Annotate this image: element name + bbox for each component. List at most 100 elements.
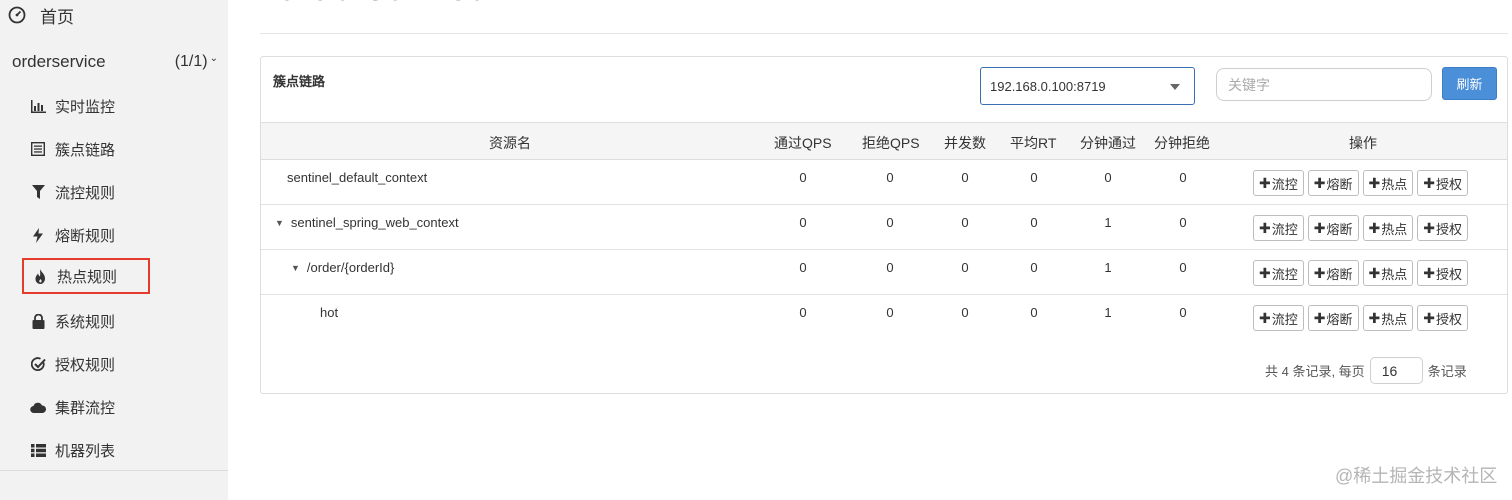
add-degrade-rule-button[interactable]: ✚ 熔断: [1307, 215, 1359, 241]
minute-pass-cell: 1: [1104, 215, 1112, 230]
sidebar-item-flow-rules[interactable]: 流控规则: [22, 174, 150, 210]
plus-icon: ✚: [1423, 219, 1435, 236]
add-authority-rule-button[interactable]: ✚ 授权: [1417, 215, 1468, 241]
row-actions: ✚ 流控 ✚ 熔断 ✚ 热点 ✚ 授权: [1253, 170, 1472, 196]
sidebar-item-machines[interactable]: 机器列表: [22, 432, 150, 468]
table-row: hot 0 0 0 0 1 0 ✚ 流控 ✚ 熔断 ✚ 热点 ✚ 授权: [261, 295, 1507, 340]
sidebar-home[interactable]: 首页: [8, 2, 74, 28]
add-flow-rule-button[interactable]: ✚ 流控: [1253, 260, 1304, 286]
cluster-link-panel: 簇点链路 192.168.0.100:8719 刷新 资源名 通过QPS 拒绝Q…: [260, 56, 1508, 394]
add-authority-rule-button[interactable]: ✚ 授权: [1417, 260, 1468, 286]
resource-table: 资源名 通过QPS 拒绝QPS 并发数 平均RT 分钟通过 分钟拒绝 操作 se…: [261, 122, 1507, 340]
block-qps-cell: 0: [886, 215, 894, 230]
refresh-button[interactable]: 刷新: [1442, 67, 1497, 100]
caret-down-icon[interactable]: ▼: [275, 218, 284, 228]
table-row: sentinel_default_context 0 0 0 0 0 0 ✚ 流控…: [261, 160, 1507, 205]
pass-qps-cell: 0: [799, 170, 807, 185]
chevron-down-icon: ⌄: [209, 52, 218, 64]
add-authority-rule-button[interactable]: ✚ 授权: [1417, 305, 1468, 331]
page-size-input[interactable]: 16: [1369, 357, 1423, 384]
bolt-icon: [30, 227, 46, 243]
machine-select[interactable]: 192.168.0.100:8719: [980, 67, 1195, 105]
minute-block-cell: 0: [1179, 170, 1187, 185]
threads-cell: 0: [961, 170, 969, 185]
app-name: orderservice: [12, 52, 106, 71]
add-param-rule-button[interactable]: ✚ 热点: [1362, 305, 1414, 331]
plus-icon: ✚: [1368, 174, 1381, 191]
caret-down-icon[interactable]: ▼: [291, 263, 300, 273]
sidebar-item-label: 授权规则: [55, 356, 116, 374]
add-flow-rule-button[interactable]: ✚ 流控: [1253, 215, 1304, 241]
cloud-icon: [30, 399, 46, 415]
plus-icon: ✚: [1368, 309, 1381, 326]
sidebar: 首页 orderservice (1/1) ⌄ 实时监控 簇点链路 流控规则 熔…: [0, 0, 228, 500]
avg-rt-cell: 0: [1030, 305, 1038, 320]
column-header-resource: 资源名: [489, 135, 531, 151]
th-list-icon: [30, 442, 46, 458]
avg-rt-cell: 0: [1030, 215, 1038, 230]
add-param-rule-button[interactable]: ✚ 热点: [1362, 170, 1414, 196]
plus-icon: ✚: [1368, 264, 1381, 281]
block-qps-cell: 0: [886, 305, 894, 320]
column-header-minute-pass: 分钟通过: [1080, 135, 1136, 151]
row-actions: ✚ 流控 ✚ 熔断 ✚ 热点 ✚ 授权: [1253, 260, 1472, 286]
column-header-block-qps: 拒绝QPS: [862, 135, 920, 151]
sidebar-item-degrade-rules[interactable]: 熔断规则: [22, 217, 150, 253]
row-actions: ✚ 流控 ✚ 熔断 ✚ 热点 ✚ 授权: [1253, 215, 1472, 241]
plus-icon: ✚: [1259, 174, 1271, 191]
minute-block-cell: 0: [1179, 215, 1187, 230]
sidebar-item-cluster-link[interactable]: 簇点链路: [22, 131, 150, 167]
minute-pass-cell: 0: [1104, 170, 1112, 185]
add-flow-rule-button[interactable]: ✚ 流控: [1253, 305, 1304, 331]
dashboard-icon: [8, 6, 26, 24]
table-row: ▼ sentinel_spring_web_context 0 0 0 0 1 …: [261, 205, 1507, 250]
pass-qps-cell: 0: [799, 215, 807, 230]
sidebar-item-param-rules[interactable]: 热点规则: [22, 258, 150, 294]
check-circle-icon: [30, 356, 46, 372]
sidebar-item-authority-rules[interactable]: 授权规则: [22, 346, 150, 382]
block-qps-cell: 0: [886, 170, 894, 185]
plus-icon: ✚: [1313, 264, 1326, 281]
add-degrade-rule-button[interactable]: ✚ 熔断: [1307, 305, 1359, 331]
add-param-rule-button[interactable]: ✚ 热点: [1362, 260, 1414, 286]
threads-cell: 0: [961, 260, 969, 275]
resource-name[interactable]: ▼ /order/{orderId}: [291, 260, 394, 275]
sidebar-item-cluster-flow[interactable]: 集群流控: [22, 389, 150, 425]
plus-icon: ✚: [1259, 219, 1271, 236]
fire-icon: [32, 268, 48, 284]
table-header: 资源名 通过QPS 拒绝QPS 并发数 平均RT 分钟通过 分钟拒绝 操作: [261, 122, 1507, 160]
sidebar-item-label: 机器列表: [55, 442, 116, 460]
pass-qps-cell: 0: [799, 260, 807, 275]
table-row: ▼ /order/{orderId} 0 0 0 0 1 0 ✚ 流控 ✚ 熔断 ✚…: [261, 250, 1507, 295]
add-param-rule-button[interactable]: ✚ 热点: [1362, 215, 1414, 241]
watermark: @稀土掘金技术社区: [1335, 466, 1498, 486]
header-divider: [260, 33, 1508, 34]
sidebar-item-label: 热点规则: [57, 268, 118, 286]
plus-icon: ✚: [1313, 174, 1326, 191]
sidebar-item-system-rules[interactable]: 系统规则: [22, 303, 150, 339]
filter-icon: [30, 184, 46, 200]
keyword-search-input[interactable]: [1216, 68, 1432, 101]
sidebar-home-label: 首页: [40, 7, 74, 27]
plus-icon: ✚: [1313, 219, 1326, 236]
sidebar-item-label: 实时监控: [55, 98, 116, 116]
column-header-pass-qps: 通过QPS: [774, 135, 832, 151]
pagination-total: 共 4 条记录, 每页: [1265, 364, 1365, 379]
page-title: orderservice: [277, 0, 487, 9]
pagination-suffix: 条记录: [1427, 364, 1467, 379]
machine-select-value: 192.168.0.100:8719: [990, 78, 1106, 94]
add-degrade-rule-button[interactable]: ✚ 熔断: [1307, 260, 1359, 286]
add-degrade-rule-button[interactable]: ✚ 熔断: [1307, 170, 1359, 196]
add-authority-rule-button[interactable]: ✚ 授权: [1417, 170, 1468, 196]
minute-pass-cell: 1: [1104, 260, 1112, 275]
resource-name[interactable]: ▼ sentinel_spring_web_context: [275, 215, 459, 230]
plus-icon: ✚: [1423, 309, 1435, 326]
sidebar-item-label: 簇点链路: [55, 141, 116, 159]
sidebar-item-realtime[interactable]: 实时监控: [22, 88, 150, 124]
sidebar-app-header[interactable]: orderservice (1/1) ⌄: [12, 50, 218, 74]
column-header-minute-block: 分钟拒绝: [1154, 135, 1210, 151]
avg-rt-cell: 0: [1030, 260, 1038, 275]
plus-icon: ✚: [1423, 264, 1435, 281]
add-flow-rule-button[interactable]: ✚ 流控: [1253, 170, 1304, 196]
threads-cell: 0: [961, 305, 969, 320]
